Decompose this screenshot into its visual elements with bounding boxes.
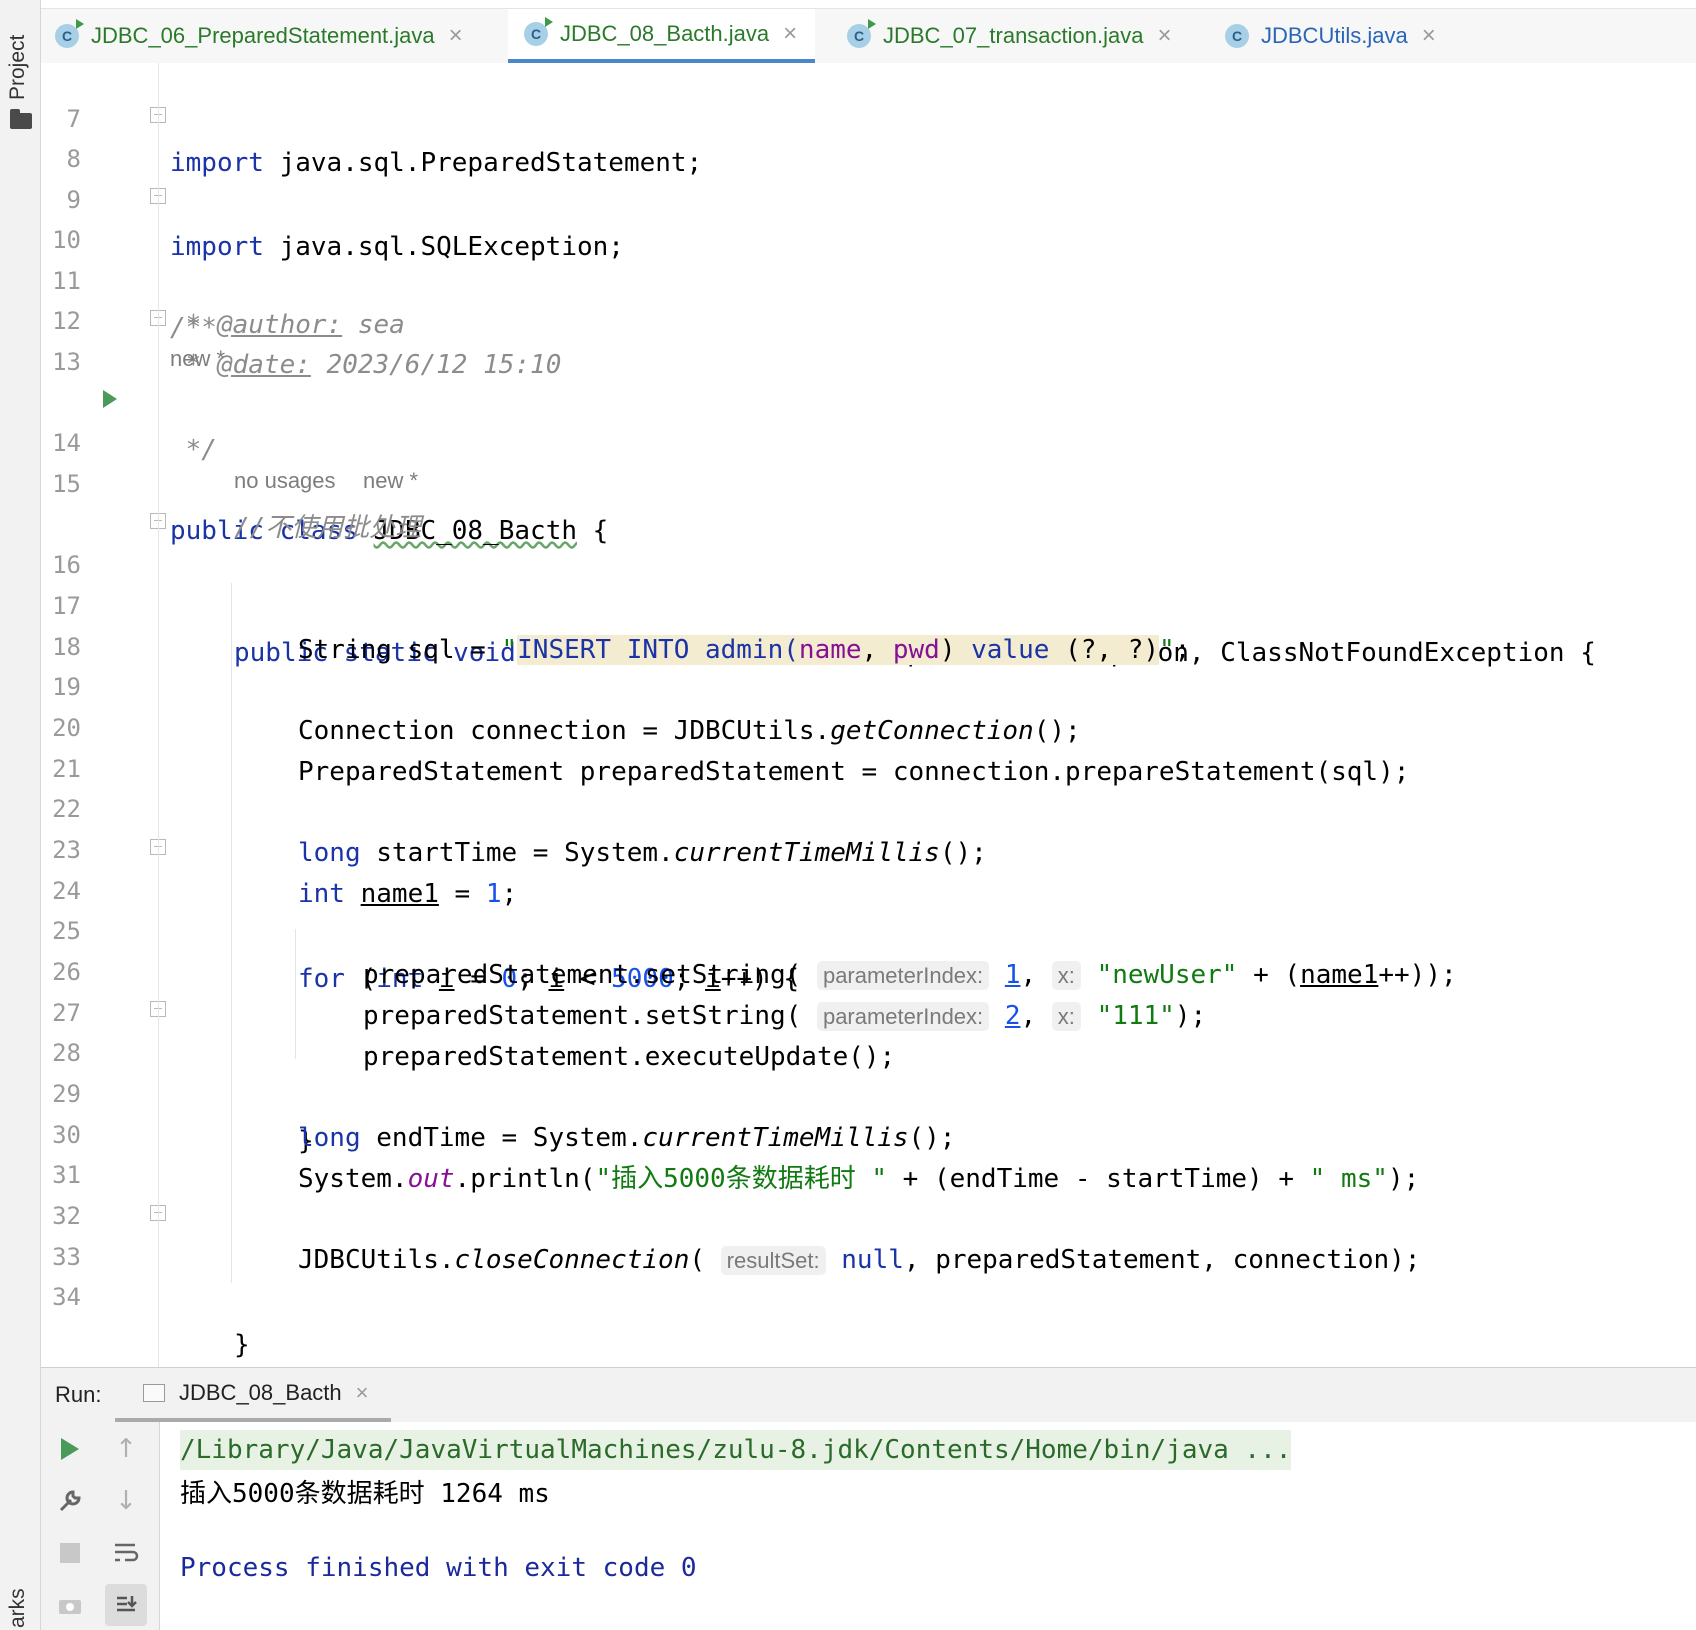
code-line: 11 * @author: sea [41, 215, 1696, 340]
code-line: 34 [41, 1231, 1696, 1311]
code-line: 15 //不使用批处理 [41, 418, 1696, 543]
soft-wrap-icon[interactable] [109, 1536, 143, 1570]
folder-icon[interactable] [10, 109, 32, 129]
console-output-line: 插入5000条数据耗时 1264 ms [180, 1479, 550, 1509]
scroll-up-icon[interactable]: ↑ [109, 1432, 143, 1466]
code-line: 22 long startTime = System.currentTimeMi… [41, 743, 1696, 868]
camera-icon[interactable] [53, 1588, 87, 1622]
java-class-icon: C [524, 17, 553, 46]
code-line: 32 JDBCUtils.closeConnection( resultSet:… [41, 1150, 1696, 1275]
close-icon[interactable]: × [1422, 22, 1436, 50]
gutter-separator [158, 63, 159, 1367]
code-line: 31 [41, 1109, 1696, 1189]
line-number: 34 [52, 1283, 81, 1311]
code-editor[interactable]: 7 import java.sql.PreparedStatement; 8 i… [41, 63, 1696, 1367]
code-line: 19 Connection connection = JDBCUtils.get… [41, 621, 1696, 746]
run-config-tab[interactable]: JDBC_08_Bacth × [115, 1368, 391, 1422]
code-line: 26 preparedStatement.setString( paramete… [41, 906, 1696, 1031]
java-class-icon: C [55, 19, 84, 48]
code-text: } [234, 1330, 250, 1360]
console-command-line[interactable]: /Library/Java/JavaVirtualMachines/zulu-8… [180, 1430, 1292, 1470]
code-line: 24 for (int i = 0; i < 5000; i++) { [41, 825, 1696, 994]
code-line: 12 * @date: 2023/6/12 15:10 [41, 255, 1696, 380]
code-line: 20 PreparedStatement preparedStatement =… [41, 662, 1696, 787]
scroll-to-end-icon[interactable] [105, 1584, 147, 1626]
code-line: 16 public static void noBatch() throws S… [41, 499, 1696, 668]
wrench-icon[interactable] [53, 1484, 87, 1518]
stop-icon[interactable] [53, 1536, 87, 1570]
tab-label: JDBC_08_Bacth.java [560, 21, 770, 46]
code-line: 28 } [41, 987, 1696, 1156]
code-line: 8 import java.sql.SQLException; [41, 93, 1696, 262]
code-line: 23 int name1 = 1; [41, 784, 1696, 909]
run-toolbar: ↑ ↓ [41, 1422, 160, 1630]
tab-label: JDBCUtils.java [1261, 23, 1408, 48]
code-vision-author-lens[interactable]: new * [170, 346, 225, 372]
close-icon[interactable]: × [356, 1380, 369, 1406]
code-line: 14 public class JDBC_08_Bacth { [41, 377, 1696, 546]
code-line: 21 [41, 703, 1696, 783]
code-vision-author-lens[interactable]: new * [363, 468, 418, 494]
run-label: Run: [55, 1382, 102, 1407]
code-line: 33 } [41, 1191, 1696, 1360]
code-line: 30 System.out.println("插入5000条数据耗时 " + (… [41, 1069, 1696, 1194]
run-tool-window-header: Run: JDBC_08_Bacth × [41, 1367, 1696, 1423]
scroll-down-icon[interactable]: ↓ [109, 1484, 143, 1518]
code-line: 10 /** [41, 174, 1696, 343]
run-tab-label: JDBC_08_Bacth [179, 1380, 342, 1405]
left-tool-strip: Project arks [0, 0, 41, 1630]
console-icon [143, 1384, 165, 1402]
code-line: 13 */ [41, 296, 1696, 465]
run-gutter-icon[interactable] [103, 390, 117, 408]
tab-label: JDBC_06_PreparedStatement.java [91, 23, 435, 48]
code-line: 17 String sql = "INSERT INTO admin(name,… [41, 540, 1696, 665]
code-line: 7 import java.sql.PreparedStatement; [41, 53, 1696, 178]
close-icon[interactable]: × [449, 22, 463, 50]
bookmarks-tool-window-button[interactable]: arks [6, 1588, 30, 1628]
rerun-icon[interactable] [53, 1432, 87, 1466]
doc-tag: @date: [216, 350, 311, 380]
code-line: 25 preparedStatement.setString( paramete… [41, 865, 1696, 990]
project-tool-window-button[interactable]: Project [6, 35, 30, 100]
code-line: 29 long endTime = System.currentTimeMill… [41, 1028, 1696, 1153]
code-line: 9 [41, 134, 1696, 214]
code-line: 18 [41, 581, 1696, 661]
close-icon[interactable]: × [1157, 22, 1171, 50]
token-text: 2023/6/12 15:10 [310, 350, 562, 380]
code-line: 27 preparedStatement.executeUpdate(); [41, 947, 1696, 1072]
java-class-icon: C [1225, 24, 1249, 48]
java-class-icon: C [847, 19, 876, 48]
console-exit-line: Process finished with exit code 0 [180, 1553, 697, 1583]
run-console[interactable]: /Library/Java/JavaVirtualMachines/zulu-8… [160, 1422, 1696, 1630]
close-icon[interactable]: × [783, 20, 797, 48]
code-vision-usages-lens[interactable]: no usages [234, 468, 336, 494]
tab-label: JDBC_07_transaction.java [883, 23, 1144, 48]
